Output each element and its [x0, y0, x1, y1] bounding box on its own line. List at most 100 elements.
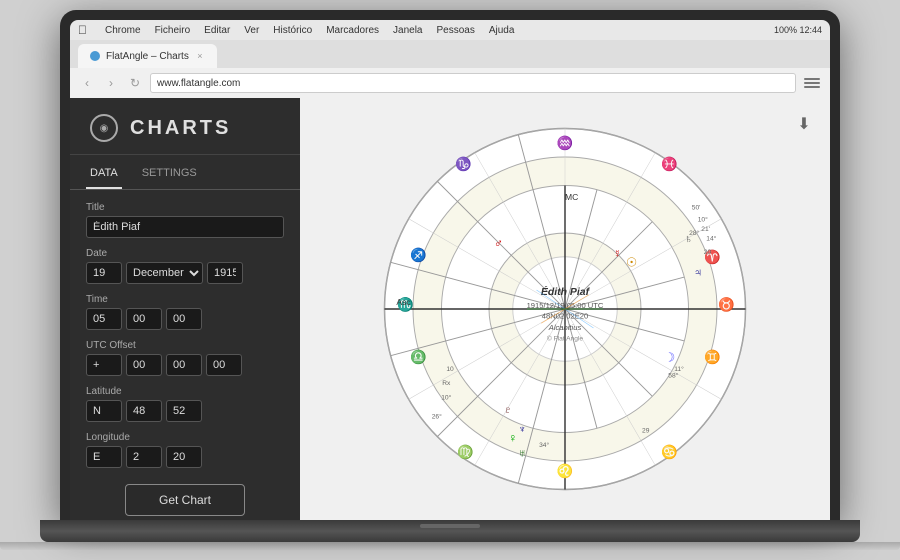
tab-data[interactable]: DATA: [86, 163, 122, 189]
menu-editar[interactable]: Editar: [204, 25, 230, 36]
get-chart-button[interactable]: Get Chart: [125, 484, 245, 516]
back-button[interactable]: ‹: [78, 74, 96, 92]
browser-tab[interactable]: FlatAngle – Charts ×: [78, 44, 217, 68]
svg-text:♃: ♃: [694, 267, 703, 279]
svg-text:☉: ☉: [626, 255, 637, 269]
download-button[interactable]: ⬇: [790, 110, 818, 138]
menu-marcadores[interactable]: Marcadores: [326, 25, 379, 36]
tab-label: FlatAngle – Charts: [106, 51, 189, 62]
svg-text:10°: 10°: [698, 216, 708, 224]
address-bar[interactable]: www.flatangle.com: [150, 73, 796, 93]
date-month-select[interactable]: December: [126, 262, 203, 284]
lat-dir-input[interactable]: [86, 400, 122, 422]
svg-text:Asc: Asc: [396, 297, 411, 307]
svg-text:♍: ♍: [457, 443, 474, 459]
forward-button[interactable]: ›: [102, 74, 120, 92]
time-second-input[interactable]: [166, 308, 202, 330]
svg-text:♀: ♀: [508, 431, 517, 445]
lat-min-input[interactable]: [166, 400, 202, 422]
svg-text:Édith Piaf: Édith Piaf: [541, 285, 591, 298]
menu-ver[interactable]: Ver: [244, 25, 259, 36]
svg-text:34°: 34°: [539, 441, 549, 449]
svg-text:50': 50': [692, 204, 701, 211]
svg-text:Alcabitius: Alcabitius: [548, 323, 582, 332]
longitude-label: Longitude: [86, 432, 284, 443]
burger-line-1: [804, 78, 820, 80]
burger-line-2: [804, 82, 820, 84]
svg-text:11°: 11°: [674, 365, 684, 373]
time-minute-input[interactable]: [126, 308, 162, 330]
menu-historico[interactable]: Histórico: [273, 25, 312, 36]
svg-text:© Flat Angle: © Flat Angle: [547, 334, 584, 342]
time-label: Time: [86, 294, 284, 305]
lon-dir-input[interactable]: [86, 446, 122, 468]
tab-settings[interactable]: SETTINGS: [138, 163, 201, 189]
date-day-input[interactable]: [86, 262, 122, 284]
date-label: Date: [86, 248, 284, 259]
svg-text:♅: ♅: [518, 448, 526, 459]
menu-chrome[interactable]: Chrome: [105, 25, 141, 36]
sidebar-form: Title Date December: [70, 190, 300, 520]
apple-menu[interactable]: : [78, 23, 87, 37]
svg-text:20: 20: [704, 249, 712, 256]
time-group: Time: [86, 294, 284, 330]
svg-text:♉: ♉: [718, 296, 735, 312]
menu-ajuda[interactable]: Ajuda: [489, 25, 515, 36]
menu-right-info: 100% 12:44: [774, 25, 822, 35]
svg-text:10: 10: [446, 366, 454, 373]
burger-line-3: [804, 86, 820, 88]
tab-close-button[interactable]: ×: [195, 51, 205, 61]
laptop-screen:  Chrome Ficheiro Editar Ver Histórico M…: [60, 10, 840, 520]
lon-deg-input[interactable]: [126, 446, 162, 468]
latitude-label: Latitude: [86, 386, 284, 397]
menu-janela[interactable]: Janela: [393, 25, 422, 36]
chart-container: ♈ ♉ ♊ ♋ ♌ ♍ ♎: [375, 119, 755, 499]
svg-text:48N02 02E20: 48N02 02E20: [542, 312, 588, 321]
title-input[interactable]: [86, 216, 284, 238]
download-icon: ⬇: [797, 114, 810, 134]
svg-text:☿: ☿: [613, 249, 621, 260]
svg-text:28°: 28°: [689, 229, 699, 237]
url-text: www.flatangle.com: [157, 78, 240, 89]
svg-text:♐: ♐: [410, 247, 427, 263]
lat-deg-input[interactable]: [126, 400, 162, 422]
date-year-input[interactable]: [207, 262, 243, 284]
utc-hour-input[interactable]: [126, 354, 162, 376]
svg-text:14°: 14°: [706, 235, 716, 243]
utc-label: UTC Offset: [86, 340, 284, 351]
menu-pessoas[interactable]: Pessoas: [436, 25, 474, 36]
svg-text:Rx: Rx: [442, 380, 451, 387]
laptop-foot: [0, 542, 900, 550]
main-content: ⬇: [300, 98, 830, 520]
menu-ficheiro[interactable]: Ficheiro: [155, 25, 191, 36]
refresh-button[interactable]: ↻: [126, 74, 144, 92]
astrological-chart: ♈ ♉ ♊ ♋ ♌ ♍ ♎: [375, 119, 755, 499]
svg-text:26°: 26°: [432, 412, 442, 420]
svg-text:21': 21': [701, 226, 710, 233]
svg-text:♋: ♋: [661, 443, 678, 459]
tab-favicon: [90, 51, 100, 61]
sidebar-header: ◉ CHARTS: [70, 98, 300, 155]
svg-text:♇: ♇: [504, 406, 512, 417]
longitude-group: Longitude: [86, 432, 284, 468]
latitude-group: Latitude: [86, 386, 284, 422]
utc-minute-input[interactable]: [166, 354, 202, 376]
menu-bar:  Chrome Ficheiro Editar Ver Histórico M…: [70, 20, 830, 40]
svg-text:♆: ♆: [518, 425, 526, 436]
sidebar-logo: ◉: [90, 114, 118, 142]
sidebar-tabs: DATA SETTINGS: [70, 155, 300, 190]
svg-text:♌: ♌: [557, 462, 574, 478]
laptop-base: [40, 520, 860, 542]
logo-icon: ◉: [100, 123, 109, 134]
date-group: Date December: [86, 248, 284, 284]
svg-text:♊: ♊: [704, 348, 721, 364]
lon-min-input[interactable]: [166, 446, 202, 468]
svg-text:☽: ☽: [664, 350, 675, 364]
time-hour-input[interactable]: [86, 308, 122, 330]
svg-text:♎: ♎: [410, 348, 427, 364]
sidebar-title: CHARTS: [130, 117, 231, 140]
svg-text:29: 29: [642, 428, 650, 435]
utc-second-input[interactable]: [206, 354, 242, 376]
browser-menu-button[interactable]: [802, 73, 822, 93]
utc-sign-input[interactable]: [86, 354, 122, 376]
